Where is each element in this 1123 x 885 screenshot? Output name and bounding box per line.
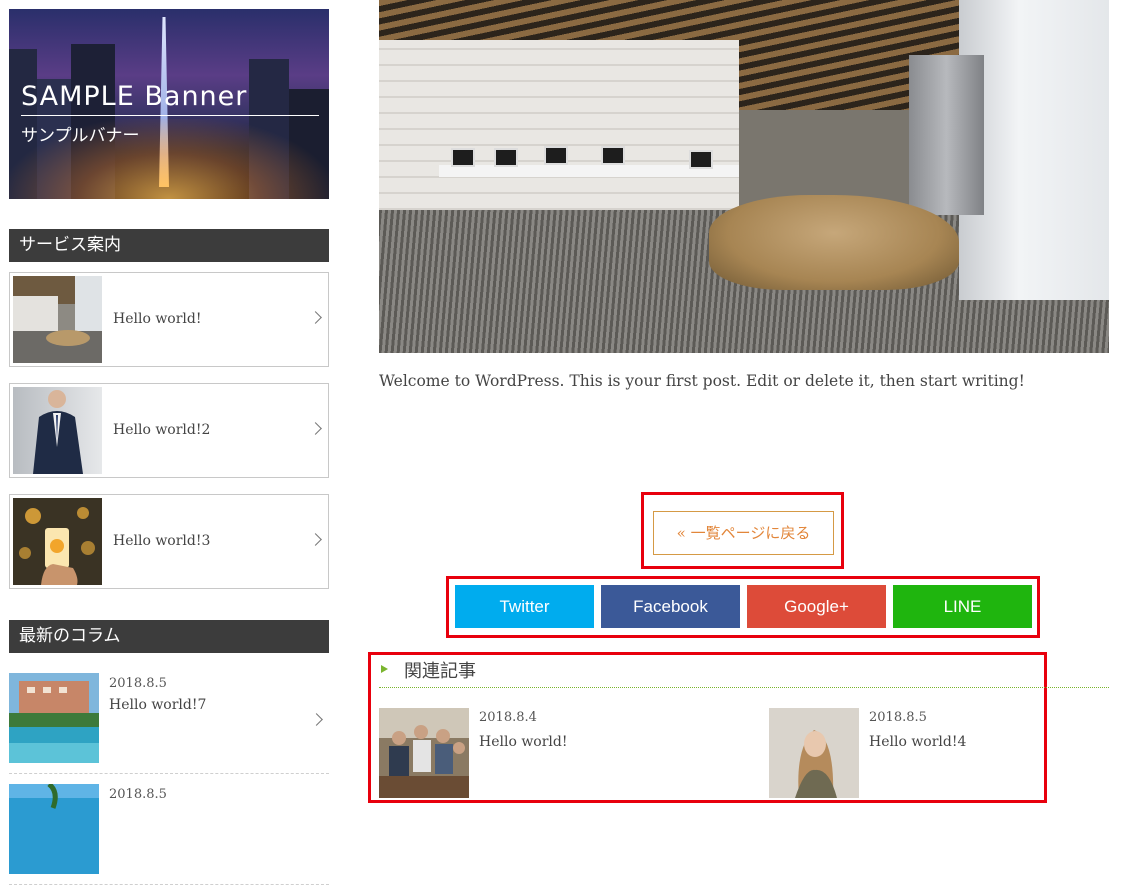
post-featured-image <box>379 0 1109 353</box>
column-title: Hello world!7 <box>109 697 207 713</box>
banner-title: SAMPLE Banner <box>21 81 248 112</box>
related-posts-heading: 関連記事 <box>404 661 476 682</box>
service-thumbnail-smartphone <box>13 498 102 585</box>
service-card[interactable]: Hello world!2 <box>9 383 329 478</box>
column-list-item[interactable]: 2018.8.5 <box>9 784 329 885</box>
services-heading: サービス案内 <box>9 229 329 262</box>
related-divider <box>379 687 1109 688</box>
column-thumbnail-resort <box>9 673 99 763</box>
hero-monitor <box>544 146 568 165</box>
service-thumbnail-businessman <box>13 387 102 474</box>
related-post-item[interactable]: 2018.8.4 Hello world! <box>379 708 739 798</box>
related-post-date: 2018.8.5 <box>869 710 927 725</box>
twitter-share-button[interactable]: Twitter <box>455 585 594 628</box>
service-card[interactable]: Hello world! <box>9 272 329 367</box>
column-date: 2018.8.5 <box>109 676 167 691</box>
post-body-text: Welcome to WordPress. This is your first… <box>379 372 1025 390</box>
related-post-title: Hello world!4 <box>869 734 967 750</box>
latest-columns-heading: 最新のコラム <box>9 620 329 653</box>
column-thumbnail-beach <box>9 784 99 874</box>
service-card[interactable]: Hello world!3 <box>9 494 329 589</box>
service-thumbnail-office <box>13 276 102 363</box>
chevron-right-icon <box>310 713 323 726</box>
sample-banner[interactable]: SAMPLE Banner サンプルバナー <box>9 9 329 199</box>
related-thumbnail-group-photo <box>379 708 469 798</box>
chevron-right-icon <box>309 533 322 546</box>
column-list-item[interactable]: 2018.8.5 Hello world!7 <box>9 673 329 774</box>
related-post-date: 2018.8.4 <box>479 710 537 725</box>
related-thumbnail-portrait <box>769 708 859 798</box>
related-post-item[interactable]: 2018.8.5 Hello world!4 <box>769 708 1123 798</box>
hero-pillar <box>909 55 984 215</box>
hero-monitor <box>689 150 713 169</box>
facebook-share-button[interactable]: Facebook <box>601 585 740 628</box>
google-plus-share-button[interactable]: Google+ <box>747 585 886 628</box>
service-label: Hello world!3 <box>113 533 211 549</box>
back-to-list-button[interactable]: « 一覧ページに戻る <box>653 511 834 555</box>
hero-monitor <box>601 146 625 165</box>
services-list: Hello world! Hello world!2 Hello world!3 <box>9 272 329 605</box>
banner-subtitle: サンプルバナー <box>21 126 140 146</box>
chevron-right-icon <box>309 422 322 435</box>
chevron-right-icon <box>309 311 322 324</box>
line-share-button[interactable]: LINE <box>893 585 1032 628</box>
hero-monitor <box>451 148 475 167</box>
service-label: Hello world!2 <box>113 422 211 438</box>
related-post-title: Hello world! <box>479 734 568 750</box>
service-label: Hello world! <box>113 311 202 327</box>
hero-wicker-sofa <box>709 195 959 290</box>
banner-divider <box>21 115 319 116</box>
hero-monitor <box>494 148 518 167</box>
triangle-bullet-icon <box>381 665 388 673</box>
column-date: 2018.8.5 <box>109 787 167 802</box>
